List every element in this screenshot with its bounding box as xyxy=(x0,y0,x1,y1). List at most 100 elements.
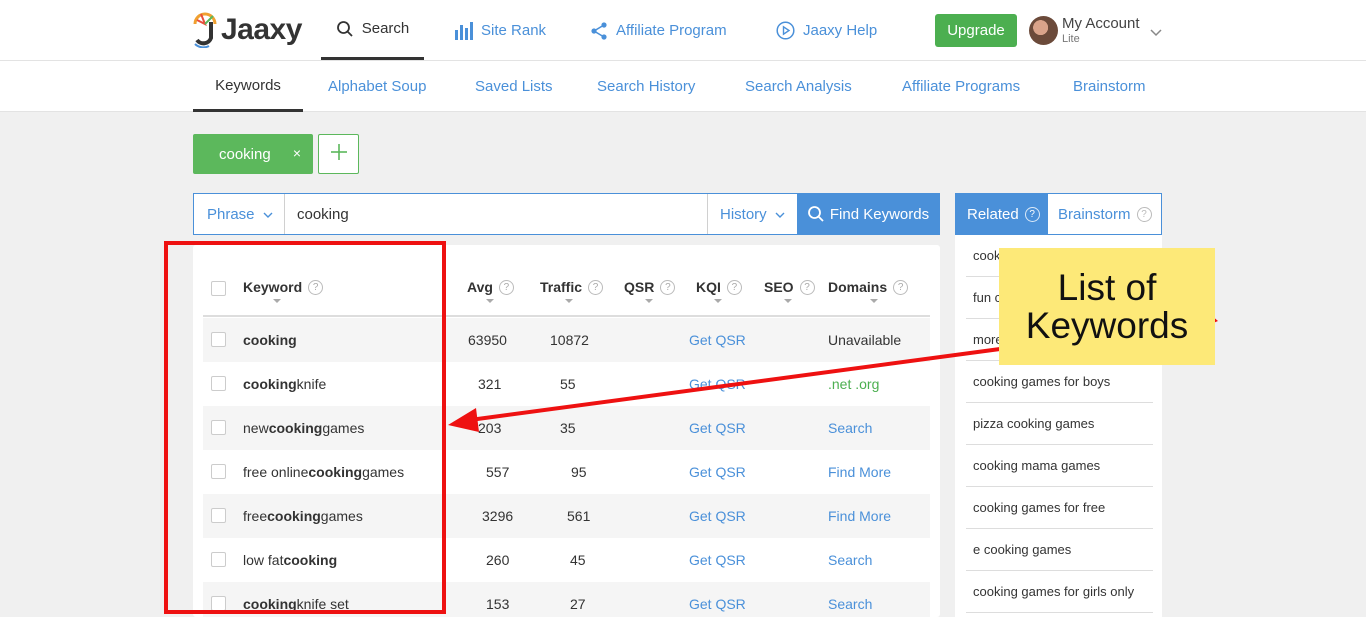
logo-icon xyxy=(193,12,217,48)
sort-icon xyxy=(485,299,494,303)
column-avg[interactable]: Avg ? xyxy=(467,279,514,303)
nav-search-label: Search xyxy=(361,20,410,37)
tab-keywords[interactable]: Keywords xyxy=(193,61,303,112)
related-item[interactable]: cooking games for boys xyxy=(966,361,1153,403)
tab-brainstorm-label: Brainstorm xyxy=(1058,205,1131,223)
help-icon[interactable]: ? xyxy=(1024,206,1040,222)
related-tabs: Related ? Brainstorm ? xyxy=(955,193,1162,235)
column-seo[interactable]: SEO ? xyxy=(764,279,815,303)
domains-link[interactable]: Find More xyxy=(828,450,891,494)
logo[interactable]: Jaaxy xyxy=(193,10,302,50)
get-qsr-link[interactable]: Get QSR xyxy=(689,362,746,406)
sort-icon xyxy=(784,299,793,303)
domains-link[interactable]: Search xyxy=(828,582,872,617)
avg-cell: 557 xyxy=(486,464,510,480)
get-qsr-link[interactable]: Get QSR xyxy=(689,494,746,538)
help-icon[interactable]: ? xyxy=(726,279,742,295)
sub-nav: Keywords Alphabet Soup Saved Lists Searc… xyxy=(0,61,1366,112)
logo-text: Jaaxy xyxy=(221,13,302,46)
find-keywords-button[interactable]: Find Keywords xyxy=(797,194,939,234)
tab-search-analysis[interactable]: Search Analysis xyxy=(745,61,852,112)
nav-search[interactable]: Search xyxy=(321,0,424,60)
nav-jaaxy-help[interactable]: Jaaxy Help xyxy=(776,0,877,61)
keyword-chip[interactable]: cooking × xyxy=(193,134,313,174)
column-kqi[interactable]: KQI ? xyxy=(696,279,742,303)
tab-related[interactable]: Related ? xyxy=(956,194,1048,234)
domains-link[interactable]: Search xyxy=(828,538,872,582)
traffic-cell: 55 xyxy=(560,376,576,392)
help-icon[interactable]: ? xyxy=(660,279,676,295)
help-icon[interactable]: ? xyxy=(799,279,815,295)
get-qsr-link[interactable]: Get QSR xyxy=(689,318,746,362)
traffic-cell: 35 xyxy=(560,420,576,436)
get-qsr-link[interactable]: Get QSR xyxy=(689,450,746,494)
sort-icon xyxy=(714,299,723,303)
play-circle-icon xyxy=(776,21,795,40)
get-qsr-link[interactable]: Get QSR xyxy=(689,582,746,617)
related-item[interactable]: cooking mama games xyxy=(966,445,1153,487)
close-icon[interactable]: × xyxy=(293,145,301,161)
tab-related-brainstorm[interactable]: Brainstorm ? xyxy=(1048,194,1152,234)
tab-search-history[interactable]: Search History xyxy=(597,61,695,112)
tab-alphabet-soup[interactable]: Alphabet Soup xyxy=(328,61,426,112)
traffic-cell: 10872 xyxy=(550,332,589,348)
top-bar: Jaaxy Search Site Rank Affiliate Program… xyxy=(0,0,1366,61)
tab-saved-lists[interactable]: Saved Lists xyxy=(475,61,553,112)
tab-affiliate-programs[interactable]: Affiliate Programs xyxy=(902,61,1020,112)
avg-cell: 153 xyxy=(486,596,510,612)
plus-icon xyxy=(329,142,349,167)
help-icon[interactable]: ? xyxy=(588,279,604,295)
column-seo-label: SEO xyxy=(764,279,794,295)
avg-cell: 63950 xyxy=(468,332,507,348)
keyword-search-input[interactable] xyxy=(285,194,707,234)
history-dropdown[interactable]: History xyxy=(707,194,797,234)
chevron-down-icon[interactable] xyxy=(1150,24,1162,42)
help-icon[interactable]: ? xyxy=(1136,206,1152,222)
traffic-cell: 27 xyxy=(570,596,586,612)
history-label: History xyxy=(720,205,767,223)
help-icon[interactable]: ? xyxy=(893,279,909,295)
phrase-dropdown[interactable]: Phrase xyxy=(194,194,285,234)
avatar[interactable] xyxy=(1029,16,1058,45)
related-item[interactable]: cooking games for girls only xyxy=(966,571,1153,613)
column-kqi-label: KQI xyxy=(696,279,721,295)
tab-related-label: Related xyxy=(967,205,1019,223)
related-item[interactable]: cooking games for free xyxy=(966,487,1153,529)
account-menu[interactable]: My Account Lite xyxy=(1062,15,1140,45)
add-keyword-button[interactable] xyxy=(318,134,359,174)
column-traffic-label: Traffic xyxy=(540,279,583,295)
share-icon xyxy=(590,21,608,40)
get-qsr-link[interactable]: Get QSR xyxy=(689,538,746,582)
annotation-highlight-box xyxy=(164,241,446,614)
nav-affiliate-program[interactable]: Affiliate Program xyxy=(590,0,727,61)
avg-cell: 203 xyxy=(478,420,502,436)
column-avg-label: Avg xyxy=(467,279,493,295)
domains-link[interactable]: Find More xyxy=(828,494,891,538)
sort-icon xyxy=(565,299,574,303)
column-domains[interactable]: Domains ? xyxy=(828,279,909,303)
tab-brainstorm[interactable]: Brainstorm xyxy=(1073,61,1146,112)
upgrade-button[interactable]: Upgrade xyxy=(935,14,1017,47)
column-domains-label: Domains xyxy=(828,279,888,295)
related-item[interactable]: e cooking games xyxy=(966,529,1153,571)
column-qsr-label: QSR xyxy=(624,279,655,295)
search-icon xyxy=(336,20,354,38)
column-qsr[interactable]: QSR ? xyxy=(624,279,676,303)
account-name: My Account xyxy=(1062,15,1140,32)
search-bar: Phrase History Find Keywords xyxy=(193,193,940,235)
avg-cell: 321 xyxy=(478,376,502,392)
sort-icon xyxy=(644,299,653,303)
nav-site-rank[interactable]: Site Rank xyxy=(454,0,546,61)
column-traffic[interactable]: Traffic ? xyxy=(540,279,604,303)
domains-link[interactable]: .net .org xyxy=(828,362,879,406)
help-icon[interactable]: ? xyxy=(498,279,514,295)
avg-cell: 260 xyxy=(486,552,510,568)
nav-affiliate-label: Affiliate Program xyxy=(616,22,727,39)
chevron-down-icon xyxy=(775,206,785,223)
domains-link[interactable]: Search xyxy=(828,406,872,450)
phrase-label: Phrase xyxy=(207,205,255,223)
account-tier: Lite xyxy=(1062,33,1080,45)
get-qsr-link[interactable]: Get QSR xyxy=(689,406,746,450)
find-keywords-label: Find Keywords xyxy=(829,205,930,223)
related-item[interactable]: pizza cooking games xyxy=(966,403,1153,445)
